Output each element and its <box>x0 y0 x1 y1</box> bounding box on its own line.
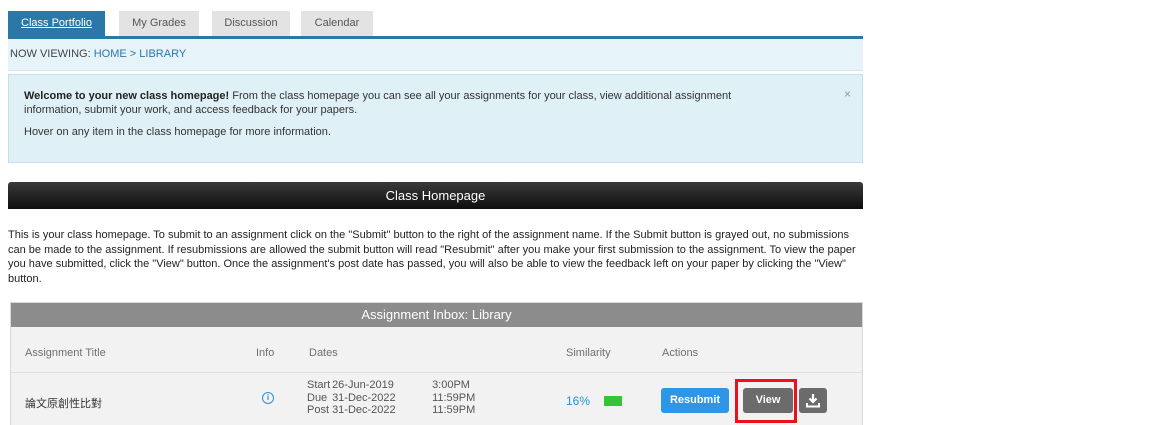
homepage-description: This is your class homepage. To submit t… <box>8 229 856 285</box>
start-date: 26-Jun-2019 <box>332 379 394 391</box>
assignment-dates: Start 26-Jun-2019 3:00PM Due 31-Dec-2022 1… <box>307 379 475 417</box>
post-time: 11:59PM <box>432 404 476 416</box>
post-date: 31-Dec-2022 <box>332 404 396 416</box>
resubmit-button[interactable]: Resubmit <box>661 388 729 413</box>
due-time: 11:59PM <box>432 391 476 404</box>
welcome-message: Welcome to your new class homepage! From… <box>24 89 784 117</box>
welcome-banner: Welcome to your new class homepage! From… <box>8 74 863 163</box>
similarity-indicator <box>604 396 622 406</box>
due-label: Due <box>307 391 328 404</box>
similarity-score-link[interactable]: 16% <box>566 394 590 408</box>
column-dates: Dates <box>309 347 338 359</box>
download-button[interactable] <box>799 388 827 413</box>
class-homepage-header: Class Homepage <box>8 182 863 209</box>
assignment-inbox: Assignment Inbox: Library Assignment Tit… <box>10 302 863 425</box>
welcome-hover-text: Hover on any item in the class homepage … <box>24 126 331 138</box>
info-circle-icon[interactable]: i <box>262 392 274 404</box>
column-info: Info <box>256 347 275 359</box>
content: Welcome to your new class homepage! From… <box>8 0 863 425</box>
close-icon[interactable]: × <box>844 87 851 101</box>
column-actions: Actions <box>662 347 699 359</box>
download-icon <box>806 394 820 408</box>
row-divider <box>11 372 862 373</box>
column-similarity: Similarity <box>566 347 611 359</box>
assignment-inbox-title: Assignment Inbox: Library <box>11 303 862 327</box>
due-date: 31-Dec-2022 <box>332 391 396 404</box>
start-label: Start <box>307 379 331 391</box>
assignment-title: 論文原創性比對 <box>25 398 102 410</box>
start-time: 3:00PM <box>432 379 470 391</box>
view-button-highlight <box>735 379 797 423</box>
welcome-heading: Welcome to your new class homepage! <box>24 90 230 102</box>
post-label: Post <box>307 404 330 416</box>
column-assignment-title: Assignment Title <box>25 347 106 359</box>
